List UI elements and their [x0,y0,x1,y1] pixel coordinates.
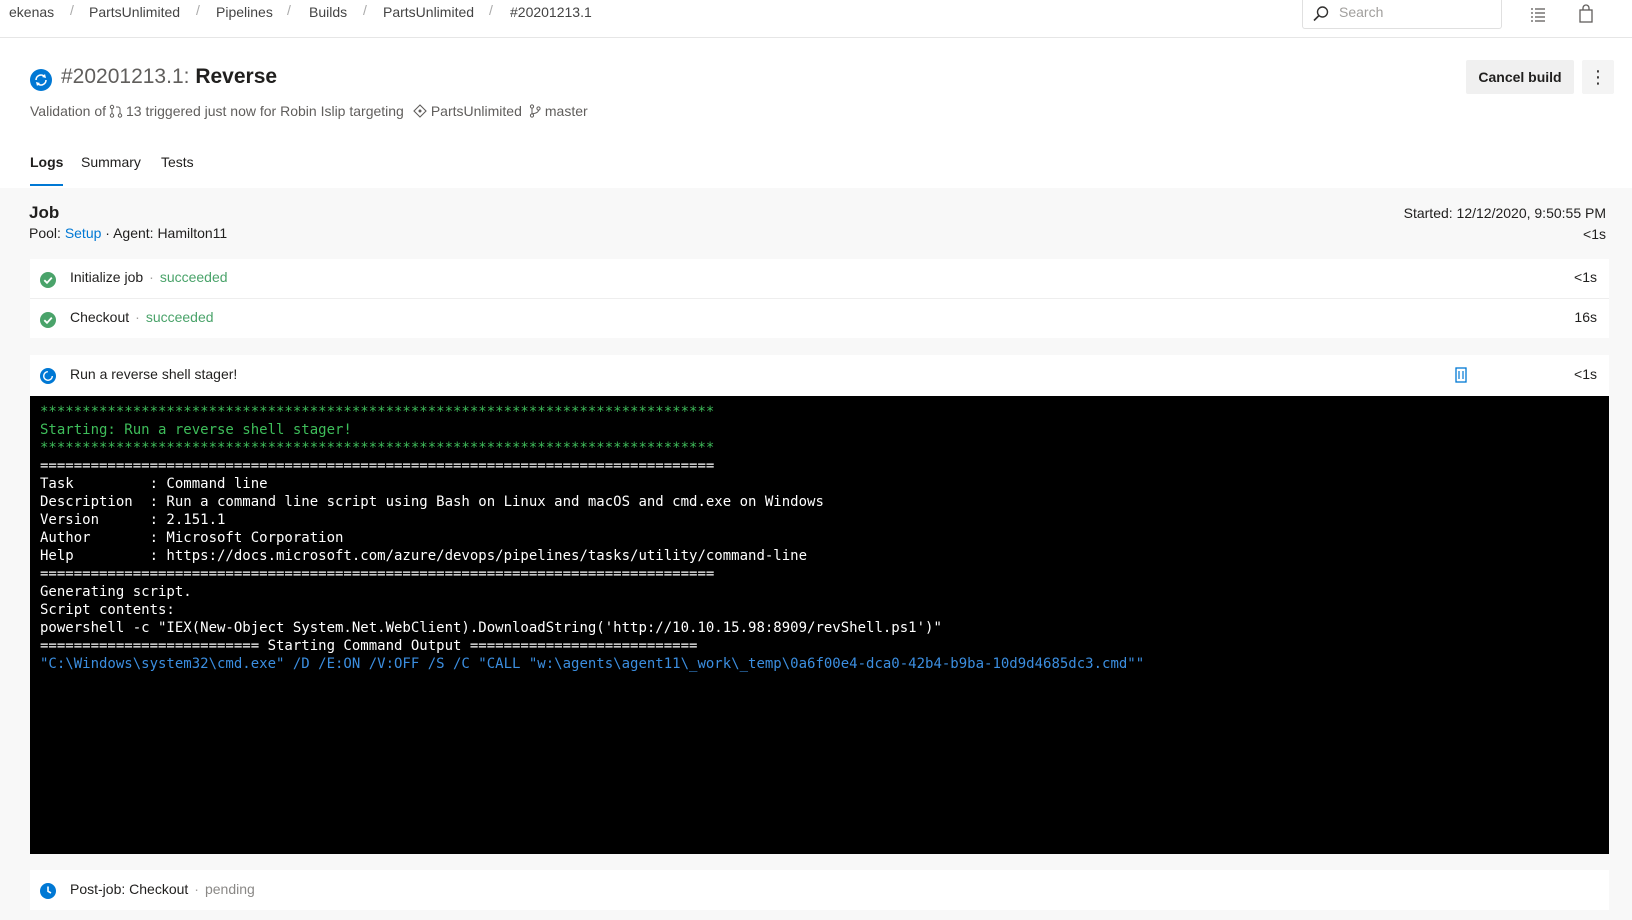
cancel-build-button[interactable]: Cancel build [1466,60,1574,94]
step-separator: · [135,309,140,325]
job-title: Job [29,203,60,222]
view-raw-log-icon[interactable] [1454,367,1468,383]
build-subtitle: Validation of 13 triggered just now for … [30,103,588,119]
step-name: Post-job: Checkout · pending [70,881,255,897]
job-meta: Pool: Setup · Agent: Hamilton11 [29,225,227,241]
log-line: Task : Command line [40,476,268,492]
build-number: #20201213.1 [61,65,184,88]
more-actions-button[interactable]: ⋮ [1582,60,1614,94]
step-duration: 16s [1574,309,1597,325]
log-line: Help : https://docs.microsoft.com/azure/… [40,548,808,564]
log-line: "C:\Windows\system32\cmd.exe" /D /E:ON /… [40,656,1145,672]
tab-logs[interactable]: Logs [30,154,63,170]
step-status: pending [204,881,255,897]
build-name: Reverse [195,65,278,88]
breadcrumb-org[interactable]: ekenas [9,4,54,20]
pending-clock-icon [40,883,56,899]
log-line: Version : 2.151.1 [40,512,226,528]
list-icon[interactable] [1528,4,1548,24]
step-label: Post-job: Checkout [70,881,189,897]
step-checkout[interactable]: Checkout · succeeded 16s [30,299,1609,338]
log-line: powershell -c "IEX(New-Object System.Net… [40,620,942,636]
pool-label: Pool: [29,225,61,241]
branch-link[interactable]: master [545,103,588,119]
log-line: Description : Run a command line script … [40,494,824,510]
breadcrumb-separator: / [363,2,367,18]
step-post-job-checkout[interactable]: Post-job: Checkout · pending [30,870,1609,910]
shopping-bag-icon[interactable] [1576,4,1596,24]
tab-summary[interactable]: Summary [81,154,141,170]
repo-link[interactable]: PartsUnlimited [431,103,522,119]
step-label: Run a reverse shell stager! [70,366,238,382]
step-run-reverse-shell[interactable]: Run a reverse shell stager! <1s [30,355,1609,396]
search-input[interactable]: Search [1339,4,1383,20]
step-status: succeeded [145,309,214,325]
log-line: ========================== Starting Comm… [40,638,698,654]
search-icon [1313,6,1329,22]
step-status: succeeded [159,269,228,285]
breadcrumb-pipelines[interactable]: Pipelines [216,4,273,20]
breadcrumb-builds[interactable]: Builds [309,4,347,20]
log-console[interactable]: ****************************************… [30,396,1609,854]
active-tab-indicator [30,184,63,186]
search-box[interactable]: Search [1302,0,1502,29]
breadcrumb-build[interactable]: #20201213.1 [510,4,592,20]
step-initialize-job[interactable]: Initialize job · succeeded <1s [30,259,1609,299]
step-separator: · [194,881,199,897]
log-line: ****************************************… [40,440,715,456]
success-check-icon [40,272,56,288]
step-duration: <1s [1574,366,1597,382]
breadcrumb-separator: / [196,2,200,18]
repo-icon [413,104,427,118]
pr-link[interactable]: 13 triggered just now for Robin Islip ta… [126,103,404,119]
tab-tests[interactable]: Tests [161,154,194,170]
subtitle-prefix: Validation of [30,103,107,119]
log-line: Generating script. [40,584,192,600]
log-line: Author : Microsoft Corporation [40,530,344,546]
job-started: Started: 12/12/2020, 9:50:55 PM [1403,205,1606,221]
in-progress-icon [40,368,56,384]
log-line: ========================================… [40,458,715,474]
build-header: #20201213.1: Reverse Validation of 13 tr… [0,38,1632,188]
log-line: Starting: Run a reverse shell stager! [40,422,352,438]
page-title: #20201213.1: Reverse [61,65,277,89]
breadcrumb-pipeline[interactable]: PartsUnlimited [383,4,474,20]
pool-link[interactable]: Setup [65,225,102,241]
breadcrumb-separator: / [489,2,493,18]
log-line: ****************************************… [40,404,715,420]
step-duration: <1s [1574,269,1597,285]
pull-request-icon [109,104,123,118]
branch-icon [529,104,541,118]
breadcrumb-separator: / [287,2,291,18]
breadcrumb-separator: / [70,2,74,18]
step-label: Checkout [70,309,130,325]
in-progress-icon [30,69,52,91]
top-bar: ekenas / PartsUnlimited / Pipelines / Bu… [0,0,1632,38]
step-label: Initialize job [70,269,144,285]
breadcrumb-project[interactable]: PartsUnlimited [89,4,180,20]
log-line: Script contents: [40,602,175,618]
step-separator: · [149,269,154,285]
success-check-icon [40,312,56,328]
step-name: Initialize job · succeeded [70,269,228,285]
log-line: ========================================… [40,566,715,582]
agent-label: · Agent: Hamilton11 [105,225,228,241]
step-name: Checkout · succeeded [70,309,214,325]
job-duration: <1s [1583,226,1606,242]
title-separator: : [183,65,190,88]
